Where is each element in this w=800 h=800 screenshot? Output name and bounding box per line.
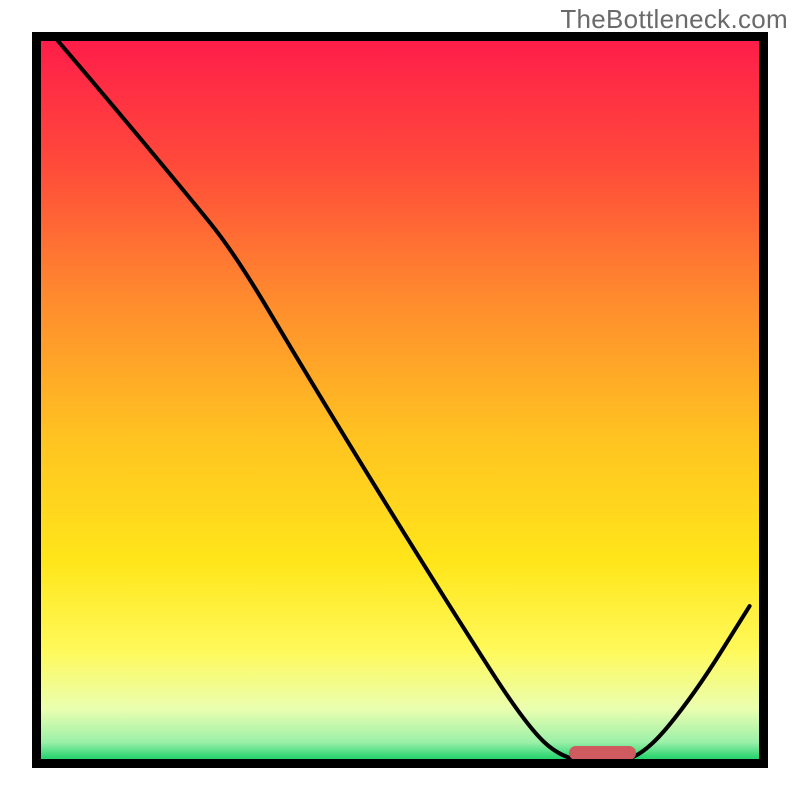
chart-frame: TheBottleneck.com [0,0,800,800]
bottleneck-curve [50,32,749,761]
watermark-text: TheBottleneck.com [560,4,788,35]
optimal-range-marker [569,746,635,760]
plot-area [32,32,768,768]
curve-layer [32,32,768,768]
